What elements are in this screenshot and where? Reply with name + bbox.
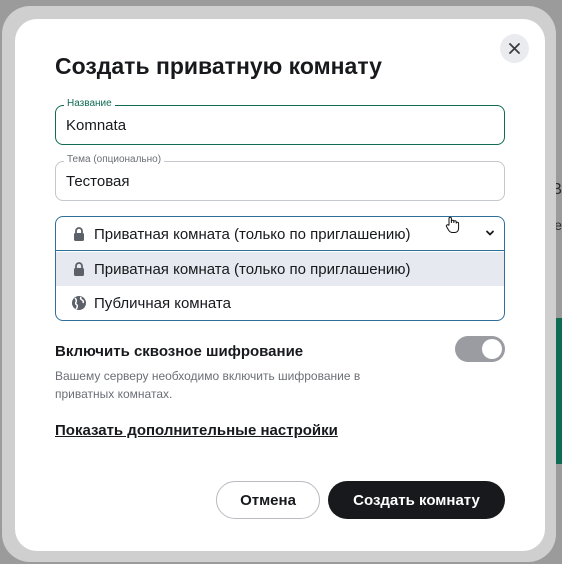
dialog-title: Создать приватную комнату xyxy=(55,53,382,79)
option-private-room[interactable]: Приватная комната (только по приглашению… xyxy=(56,252,504,286)
visibility-select[interactable]: Приватная комната (только по приглашению… xyxy=(56,217,504,251)
visibility-selected-label: Приватная комната (только по приглашению… xyxy=(94,225,411,243)
lock-icon xyxy=(70,225,88,243)
room-name-label: Название xyxy=(64,98,115,109)
show-advanced-settings-link[interactable]: Показать дополнительные настройки xyxy=(55,422,338,439)
encryption-title: Включить сквозное шифрование xyxy=(55,343,304,360)
close-button[interactable] xyxy=(500,34,529,63)
option-label: Публичная комната xyxy=(94,294,231,312)
create-room-button[interactable]: Создать комнату xyxy=(328,481,505,519)
lock-icon xyxy=(70,260,88,278)
hand-cursor-icon xyxy=(445,216,460,233)
dropdown-divider xyxy=(56,250,504,251)
globe-icon xyxy=(70,294,88,312)
room-topic-value: Тестовая xyxy=(66,173,130,190)
create-room-dialog: Создать приватную комнату Название Komna… xyxy=(15,19,545,551)
close-icon xyxy=(509,43,520,54)
room-name-value: Komnata xyxy=(66,117,127,134)
toggle-knob xyxy=(482,339,502,359)
visibility-dropdown[interactable]: Приватная комната (только по приглашению… xyxy=(55,216,505,321)
encryption-toggle[interactable] xyxy=(455,336,505,362)
option-public-room[interactable]: Публичная комната xyxy=(56,286,504,320)
cancel-button[interactable]: Отмена xyxy=(216,481,320,519)
room-topic-field[interactable]: Тема (опционально) Тестовая xyxy=(55,154,505,201)
room-topic-label: Тема (опционально) xyxy=(64,154,165,165)
chevron-down-icon xyxy=(484,226,496,243)
encryption-description: Вашему серверу необходимо включить шифро… xyxy=(55,369,361,401)
room-name-field[interactable]: Название Komnata xyxy=(55,98,505,145)
option-label: Приватная комната (только по приглашению… xyxy=(94,260,411,278)
